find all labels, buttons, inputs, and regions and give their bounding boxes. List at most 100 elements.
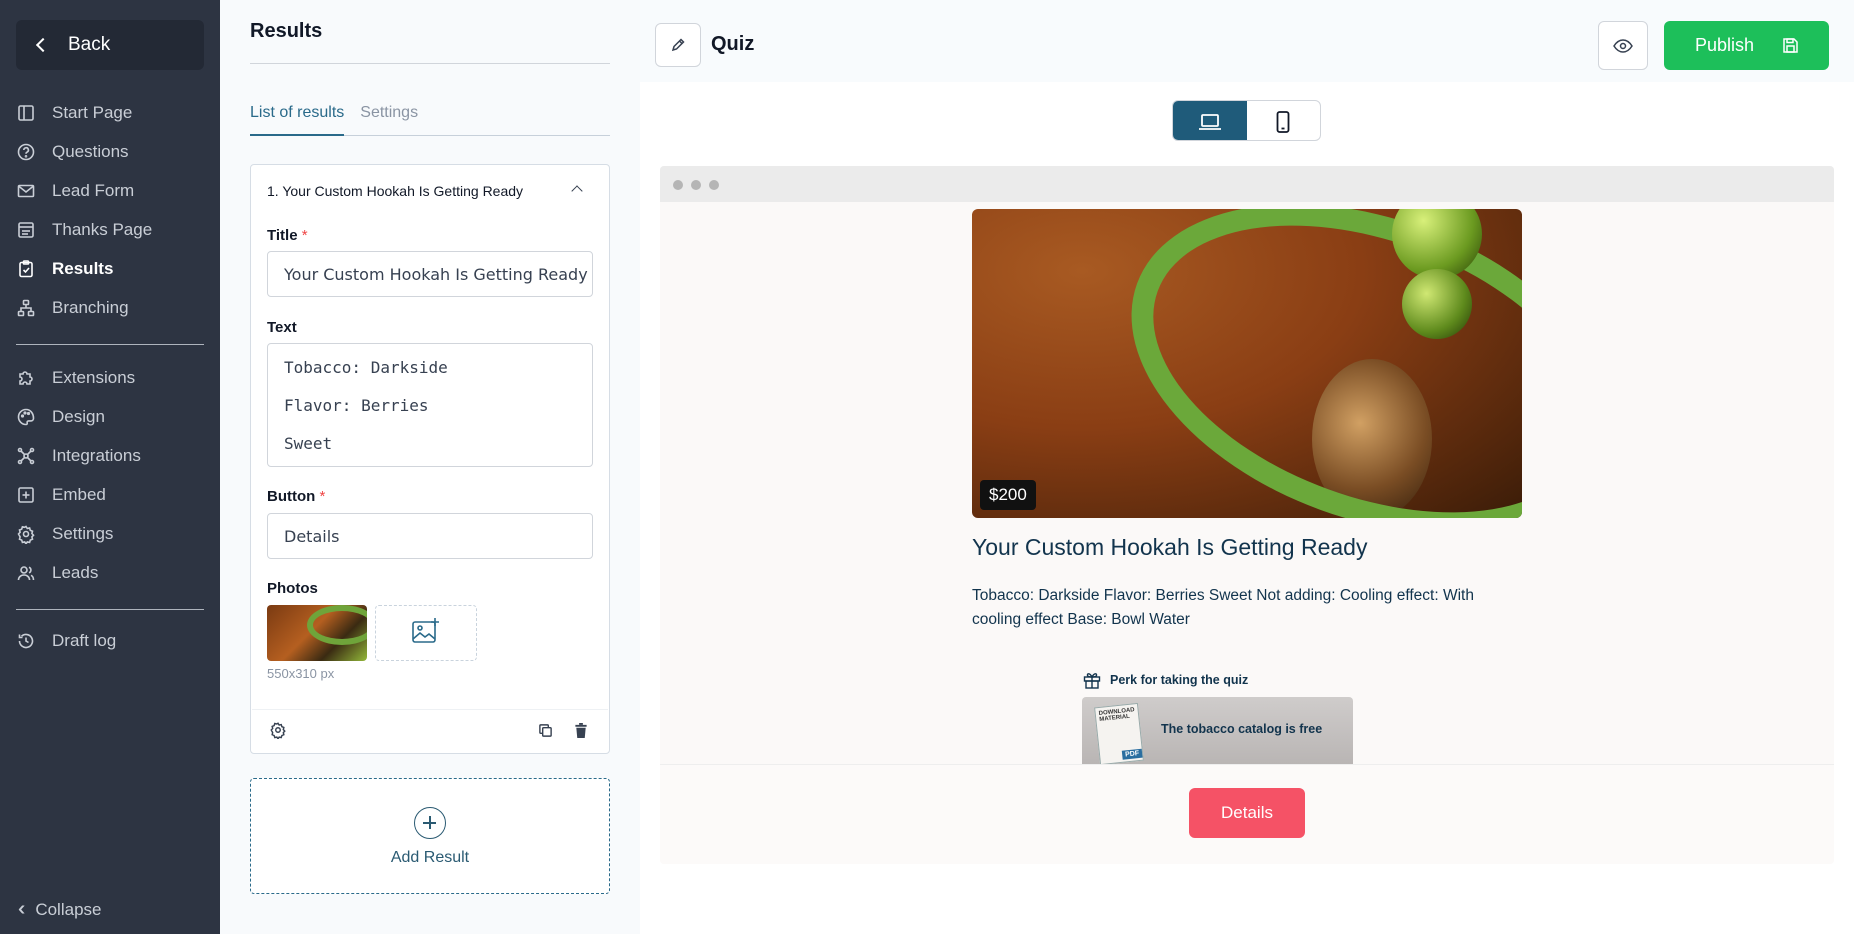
sidebar-item-leads[interactable]: Leads <box>16 553 204 592</box>
photos-label: Photos <box>267 580 318 597</box>
sidebar-item-label: Branching <box>52 297 129 317</box>
history-icon <box>16 631 36 651</box>
result-card: 1. Your Custom Hookah Is Getting Ready T… <box>250 164 610 754</box>
result-card-header[interactable]: 1. Your Custom Hookah Is Getting Ready <box>267 183 523 199</box>
sidebar-item-settings[interactable]: Settings <box>16 514 204 553</box>
collapse-button[interactable]: ‹‹ Collapse <box>18 898 101 921</box>
text-label: Text <box>267 319 297 336</box>
publish-label: Publish <box>1695 35 1755 55</box>
sidebar-nav-secondary: Extensions Design Integrations Embed Set… <box>16 358 204 592</box>
trash-icon <box>575 722 587 738</box>
mobile-view-button[interactable] <box>1247 101 1321 140</box>
add-result-button[interactable]: Add Result <box>250 778 610 894</box>
price-badge: $200 <box>980 480 1036 510</box>
sidebar-item-integrations[interactable]: Integrations <box>16 436 204 475</box>
tab-settings[interactable]: Settings <box>360 104 418 136</box>
start-page-icon <box>16 103 36 123</box>
sidebar-item-draft-log[interactable]: Draft log <box>16 621 204 660</box>
perk-card[interactable]: DOWNLOAD MATERIAL PDF The tobacco catalo… <box>1082 697 1353 764</box>
button-text-field[interactable]: Details <box>267 513 593 559</box>
sidebar-item-embed[interactable]: Embed <box>16 475 204 514</box>
title-label: Title * <box>267 227 308 244</box>
button-label: Button * <box>267 488 325 505</box>
details-button[interactable]: Details <box>1189 788 1305 838</box>
gear-icon <box>16 524 36 544</box>
gift-icon <box>1083 673 1101 689</box>
sidebar-item-design[interactable]: Design <box>16 397 204 436</box>
sidebar-divider <box>16 609 204 610</box>
sidebar-item-label: Embed <box>52 484 106 504</box>
preview-button[interactable] <box>1598 21 1648 70</box>
chevron-up-icon[interactable] <box>571 185 583 197</box>
sidebar-item-label: Questions <box>52 141 129 161</box>
add-photo-button[interactable] <box>375 605 477 661</box>
photo-thumbnail[interactable] <box>267 605 367 661</box>
branching-icon <box>16 298 36 318</box>
sidebar-item-label: Start Page <box>52 102 133 122</box>
back-button[interactable]: Back <box>16 20 204 70</box>
double-chevron-left-icon: ‹‹ <box>18 898 27 920</box>
sidebar-item-results[interactable]: Results <box>16 249 204 288</box>
palette-icon <box>16 407 36 427</box>
photo-size-hint: 550x310 px <box>267 666 335 681</box>
browser-bar <box>660 166 1834 202</box>
text-field[interactable]: Tobacco: Darkside Flavor: Berries Sweet <box>267 343 593 467</box>
pencil-icon <box>671 38 685 52</box>
mail-icon <box>16 181 36 201</box>
window-dot <box>673 180 683 190</box>
result-settings-button[interactable] <box>267 719 289 741</box>
sidebar-item-thanks-page[interactable]: Thanks Page <box>16 210 204 249</box>
title-label-text: Title <box>267 227 298 244</box>
result-image: $200 <box>972 209 1522 518</box>
sidebar-item-questions[interactable]: Questions <box>16 132 204 171</box>
clipboard-check-icon <box>16 259 36 279</box>
sidebar-item-label: Draft log <box>52 630 117 650</box>
desktop-view-button[interactable] <box>1173 101 1247 140</box>
sidebar-item-label: Lead Form <box>52 180 135 200</box>
sidebar-item-label: Thanks Page <box>52 219 153 239</box>
laptop-icon <box>1198 113 1221 130</box>
publish-button[interactable]: Publish <box>1664 21 1829 70</box>
sidebar-divider <box>16 344 204 345</box>
card-footer-divider <box>252 709 608 710</box>
perk-heading: Perk for taking the quiz <box>1082 670 1248 690</box>
add-result-label: Add Result <box>390 849 470 866</box>
required-mark: * <box>319 488 326 505</box>
embed-icon <box>16 485 36 505</box>
perk-book-text: DOWNLOAD MATERIAL <box>1098 707 1135 723</box>
question-icon <box>16 142 36 162</box>
delete-button[interactable] <box>570 719 592 741</box>
sidebar-item-branching[interactable]: Branching <box>16 288 204 327</box>
button-label-text: Button <box>267 488 316 505</box>
duplicate-button[interactable] <box>534 719 556 741</box>
window-dot <box>709 180 719 190</box>
text-field-line: Tobacco: Darkside <box>284 358 448 377</box>
sidebar-item-lead-form[interactable]: Lead Form <box>16 171 204 210</box>
sidebar: Back Start Page Questions Lead Form Than… <box>0 0 220 934</box>
sidebar-item-label: Design <box>52 406 105 426</box>
thanks-page-icon <box>16 220 36 240</box>
results-tabs: List of results Settings <box>250 104 610 136</box>
quiz-title: Quiz <box>711 33 755 55</box>
pdf-badge: PDF <box>1121 748 1143 760</box>
sidebar-item-extensions[interactable]: Extensions <box>16 358 204 397</box>
device-toggle <box>1172 100 1321 141</box>
perk-text: The tobacco catalog is free <box>1161 722 1323 736</box>
app-root: Back Start Page Questions Lead Form Than… <box>0 0 1854 934</box>
collapse-label: Collapse <box>35 899 102 919</box>
chevron-left-icon <box>35 37 51 53</box>
pdf-book-image: DOWNLOAD MATERIAL PDF <box>1094 702 1144 764</box>
top-bar: Quiz Publish <box>640 0 1854 82</box>
users-icon <box>16 563 36 583</box>
tab-list-of-results[interactable]: List of results <box>250 104 345 136</box>
perk-heading-text: Perk for taking the quiz <box>1110 673 1249 687</box>
sidebar-item-start-page[interactable]: Start Page <box>16 93 204 132</box>
plus-circle-icon <box>414 807 446 839</box>
sidebar-item-label: Extensions <box>52 367 136 387</box>
panel-divider <box>250 63 610 64</box>
eye-icon <box>1613 38 1633 53</box>
edit-title-button[interactable] <box>655 23 701 67</box>
title-field[interactable]: Your Custom Hookah Is Getting Ready <box>267 251 593 297</box>
integrations-icon <box>16 446 36 466</box>
sidebar-nav-primary: Start Page Questions Lead Form Thanks Pa… <box>16 93 204 327</box>
